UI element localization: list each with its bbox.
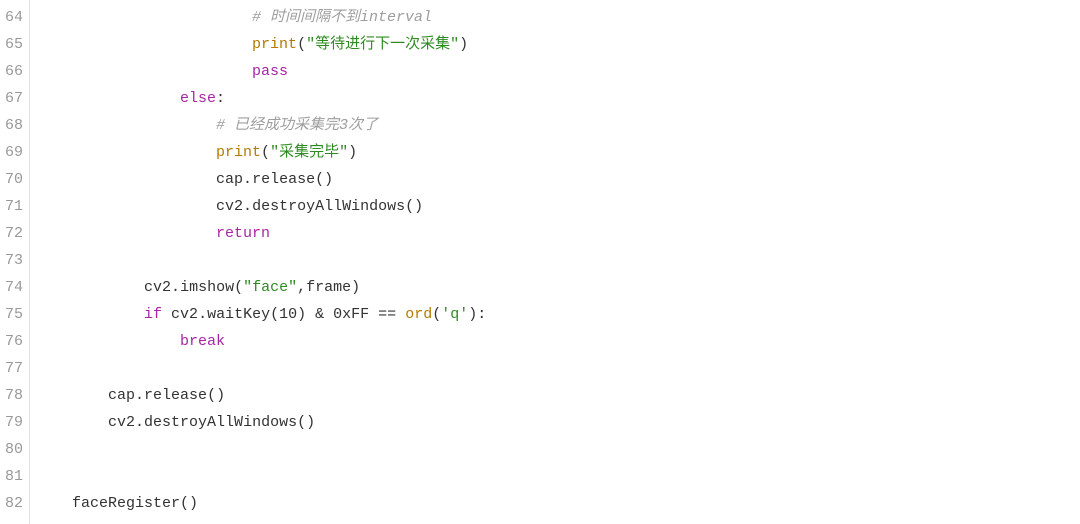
line-number: 67 xyxy=(4,85,23,112)
token: == xyxy=(369,306,405,323)
line-number: 64 xyxy=(4,4,23,31)
line-number: 72 xyxy=(4,220,23,247)
token: cap xyxy=(216,171,243,188)
token: ( xyxy=(270,306,279,323)
code-line[interactable] xyxy=(36,436,1080,463)
token: # 已经成功采集完3次了 xyxy=(216,117,378,134)
code-line[interactable]: cv2.destroyAllWindows() xyxy=(36,409,1080,436)
line-number: 76 xyxy=(4,328,23,355)
token: 10 xyxy=(279,306,297,323)
token: cv2 xyxy=(216,198,243,215)
line-number: 74 xyxy=(4,274,23,301)
code-line[interactable]: cv2.imshow("face",frame) xyxy=(36,274,1080,301)
token: ) xyxy=(351,279,360,296)
token: . xyxy=(171,279,180,296)
token: break xyxy=(180,333,225,350)
line-number: 81 xyxy=(4,463,23,490)
code-line[interactable]: print("采集完毕") xyxy=(36,139,1080,166)
token: release xyxy=(144,387,207,404)
token: imshow xyxy=(180,279,234,296)
token: . xyxy=(243,171,252,188)
token: . xyxy=(243,198,252,215)
token: ): xyxy=(468,306,486,323)
token: : xyxy=(216,90,225,107)
line-number: 75 xyxy=(4,301,23,328)
token: ) xyxy=(348,144,357,161)
line-number: 73 xyxy=(4,247,23,274)
token: if xyxy=(144,306,162,323)
token: frame xyxy=(306,279,351,296)
token: ) xyxy=(459,36,468,53)
line-number: 70 xyxy=(4,166,23,193)
code-line[interactable] xyxy=(36,355,1080,382)
token: () xyxy=(297,414,315,431)
token: "等待进行下一次采集" xyxy=(306,36,459,53)
code-line[interactable]: pass xyxy=(36,58,1080,85)
token: cv2 xyxy=(144,279,171,296)
code-line[interactable]: # 时间间隔不到interval xyxy=(36,4,1080,31)
line-number: 65 xyxy=(4,31,23,58)
line-number: 68 xyxy=(4,112,23,139)
token: ( xyxy=(432,306,441,323)
token: 0xFF xyxy=(333,306,369,323)
token: ( xyxy=(261,144,270,161)
token: () xyxy=(315,171,333,188)
line-number: 71 xyxy=(4,193,23,220)
line-number: 77 xyxy=(4,355,23,382)
token: & xyxy=(306,306,333,323)
token: . xyxy=(135,414,144,431)
token: destroyAllWindows xyxy=(144,414,297,431)
line-number: 66 xyxy=(4,58,23,85)
line-number-gutter: 64656667686970717273747576777879808182 xyxy=(0,0,30,524)
code-line[interactable]: cv2.destroyAllWindows() xyxy=(36,193,1080,220)
token: cv2 xyxy=(108,414,135,431)
token: # 时间间隔不到interval xyxy=(252,9,432,26)
code-line[interactable]: cap.release() xyxy=(36,166,1080,193)
code-line[interactable]: print("等待进行下一次采集") xyxy=(36,31,1080,58)
line-number: 69 xyxy=(4,139,23,166)
code-line[interactable]: if cv2.waitKey(10) & 0xFF == ord('q'): xyxy=(36,301,1080,328)
token: pass xyxy=(252,63,288,80)
code-line[interactable]: break xyxy=(36,328,1080,355)
code-area[interactable]: # 时间间隔不到interval print("等待进行下一次采集") pass… xyxy=(30,0,1080,524)
code-editor: 64656667686970717273747576777879808182 #… xyxy=(0,0,1080,524)
code-line[interactable]: return xyxy=(36,220,1080,247)
code-line[interactable] xyxy=(36,247,1080,274)
line-number: 78 xyxy=(4,382,23,409)
token: destroyAllWindows xyxy=(252,198,405,215)
code-line[interactable] xyxy=(36,463,1080,490)
token: ( xyxy=(297,36,306,53)
code-line[interactable]: else: xyxy=(36,85,1080,112)
token: waitKey xyxy=(207,306,270,323)
token: "采集完毕" xyxy=(270,144,348,161)
token: cap xyxy=(108,387,135,404)
token: 'q' xyxy=(441,306,468,323)
line-number: 79 xyxy=(4,409,23,436)
token: , xyxy=(297,279,306,296)
token: faceRegister xyxy=(72,495,180,512)
code-line[interactable]: cap.release() xyxy=(36,382,1080,409)
token: ) xyxy=(297,306,306,323)
line-number: 82 xyxy=(4,490,23,517)
token: return xyxy=(216,225,270,242)
token: ( xyxy=(234,279,243,296)
token: else xyxy=(180,90,216,107)
token: . xyxy=(135,387,144,404)
token: () xyxy=(180,495,198,512)
token: () xyxy=(207,387,225,404)
line-number: 80 xyxy=(4,436,23,463)
code-line[interactable]: faceRegister() xyxy=(36,490,1080,517)
code-line[interactable]: # 已经成功采集完3次了 xyxy=(36,112,1080,139)
token: . xyxy=(198,306,207,323)
token: print xyxy=(216,144,261,161)
token: "face" xyxy=(243,279,297,296)
token: cv2 xyxy=(162,306,198,323)
token: release xyxy=(252,171,315,188)
token: print xyxy=(252,36,297,53)
token: ord xyxy=(405,306,432,323)
token: () xyxy=(405,198,423,215)
